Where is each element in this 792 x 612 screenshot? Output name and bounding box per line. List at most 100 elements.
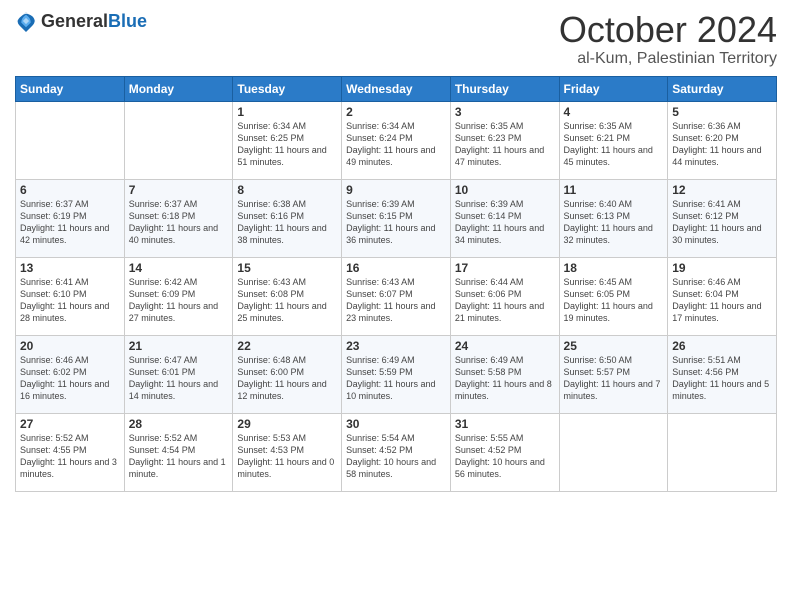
calendar-page: General Blue October 2024 al-Kum, Palest… — [0, 0, 792, 612]
day-info: Sunrise: 6:42 AMSunset: 6:09 PMDaylight:… — [129, 276, 229, 325]
day-cell — [16, 101, 125, 179]
day-cell: 9Sunrise: 6:39 AMSunset: 6:15 PMDaylight… — [342, 179, 451, 257]
day-number: 23 — [346, 339, 446, 353]
day-cell: 20Sunrise: 6:46 AMSunset: 6:02 PMDayligh… — [16, 335, 125, 413]
day-number: 4 — [564, 105, 664, 119]
day-info: Sunrise: 5:52 AMSunset: 4:54 PMDaylight:… — [129, 432, 229, 481]
col-header-thursday: Thursday — [450, 76, 559, 101]
day-info: Sunrise: 6:41 AMSunset: 6:12 PMDaylight:… — [672, 198, 772, 247]
week-row-4: 20Sunrise: 6:46 AMSunset: 6:02 PMDayligh… — [16, 335, 777, 413]
day-number: 3 — [455, 105, 555, 119]
day-info: Sunrise: 6:46 AMSunset: 6:04 PMDaylight:… — [672, 276, 772, 325]
day-info: Sunrise: 6:34 AMSunset: 6:25 PMDaylight:… — [237, 120, 337, 169]
day-cell: 13Sunrise: 6:41 AMSunset: 6:10 PMDayligh… — [16, 257, 125, 335]
day-number: 9 — [346, 183, 446, 197]
day-info: Sunrise: 6:50 AMSunset: 5:57 PMDaylight:… — [564, 354, 664, 403]
day-cell: 26Sunrise: 5:51 AMSunset: 4:56 PMDayligh… — [668, 335, 777, 413]
day-number: 17 — [455, 261, 555, 275]
day-info: Sunrise: 6:46 AMSunset: 6:02 PMDaylight:… — [20, 354, 120, 403]
day-number: 16 — [346, 261, 446, 275]
logo-general: General — [41, 12, 108, 30]
day-cell: 3Sunrise: 6:35 AMSunset: 6:23 PMDaylight… — [450, 101, 559, 179]
day-cell: 5Sunrise: 6:36 AMSunset: 6:20 PMDaylight… — [668, 101, 777, 179]
day-info: Sunrise: 6:37 AMSunset: 6:18 PMDaylight:… — [129, 198, 229, 247]
day-info: Sunrise: 5:54 AMSunset: 4:52 PMDaylight:… — [346, 432, 446, 481]
day-number: 8 — [237, 183, 337, 197]
day-info: Sunrise: 6:37 AMSunset: 6:19 PMDaylight:… — [20, 198, 120, 247]
day-cell: 21Sunrise: 6:47 AMSunset: 6:01 PMDayligh… — [124, 335, 233, 413]
logo-blue: Blue — [108, 12, 147, 30]
day-cell: 1Sunrise: 6:34 AMSunset: 6:25 PMDaylight… — [233, 101, 342, 179]
day-info: Sunrise: 6:49 AMSunset: 5:58 PMDaylight:… — [455, 354, 555, 403]
day-number: 20 — [20, 339, 120, 353]
col-header-tuesday: Tuesday — [233, 76, 342, 101]
col-header-saturday: Saturday — [668, 76, 777, 101]
day-cell — [668, 413, 777, 491]
day-info: Sunrise: 5:51 AMSunset: 4:56 PMDaylight:… — [672, 354, 772, 403]
day-number: 29 — [237, 417, 337, 431]
day-info: Sunrise: 6:43 AMSunset: 6:08 PMDaylight:… — [237, 276, 337, 325]
day-number: 2 — [346, 105, 446, 119]
day-cell: 25Sunrise: 6:50 AMSunset: 5:57 PMDayligh… — [559, 335, 668, 413]
day-number: 12 — [672, 183, 772, 197]
calendar-subtitle: al-Kum, Palestinian Territory — [559, 50, 777, 68]
col-header-friday: Friday — [559, 76, 668, 101]
day-info: Sunrise: 6:43 AMSunset: 6:07 PMDaylight:… — [346, 276, 446, 325]
day-number: 25 — [564, 339, 664, 353]
day-cell — [559, 413, 668, 491]
day-cell: 22Sunrise: 6:48 AMSunset: 6:00 PMDayligh… — [233, 335, 342, 413]
day-cell: 29Sunrise: 5:53 AMSunset: 4:53 PMDayligh… — [233, 413, 342, 491]
day-number: 22 — [237, 339, 337, 353]
day-info: Sunrise: 6:41 AMSunset: 6:10 PMDaylight:… — [20, 276, 120, 325]
day-number: 6 — [20, 183, 120, 197]
day-number: 13 — [20, 261, 120, 275]
day-number: 10 — [455, 183, 555, 197]
day-number: 31 — [455, 417, 555, 431]
day-info: Sunrise: 6:45 AMSunset: 6:05 PMDaylight:… — [564, 276, 664, 325]
header-row: SundayMondayTuesdayWednesdayThursdayFrid… — [16, 76, 777, 101]
day-cell: 15Sunrise: 6:43 AMSunset: 6:08 PMDayligh… — [233, 257, 342, 335]
day-info: Sunrise: 6:35 AMSunset: 6:21 PMDaylight:… — [564, 120, 664, 169]
logo-icon — [15, 10, 37, 32]
day-info: Sunrise: 6:48 AMSunset: 6:00 PMDaylight:… — [237, 354, 337, 403]
day-number: 14 — [129, 261, 229, 275]
day-number: 5 — [672, 105, 772, 119]
day-info: Sunrise: 6:39 AMSunset: 6:15 PMDaylight:… — [346, 198, 446, 247]
logo-text: General Blue — [41, 12, 147, 30]
day-number: 26 — [672, 339, 772, 353]
day-info: Sunrise: 5:52 AMSunset: 4:55 PMDaylight:… — [20, 432, 120, 481]
day-info: Sunrise: 6:34 AMSunset: 6:24 PMDaylight:… — [346, 120, 446, 169]
day-cell: 10Sunrise: 6:39 AMSunset: 6:14 PMDayligh… — [450, 179, 559, 257]
col-header-sunday: Sunday — [16, 76, 125, 101]
logo: General Blue — [15, 10, 147, 32]
day-number: 7 — [129, 183, 229, 197]
day-cell: 23Sunrise: 6:49 AMSunset: 5:59 PMDayligh… — [342, 335, 451, 413]
week-row-1: 1Sunrise: 6:34 AMSunset: 6:25 PMDaylight… — [16, 101, 777, 179]
day-cell: 7Sunrise: 6:37 AMSunset: 6:18 PMDaylight… — [124, 179, 233, 257]
week-row-5: 27Sunrise: 5:52 AMSunset: 4:55 PMDayligh… — [16, 413, 777, 491]
day-cell: 6Sunrise: 6:37 AMSunset: 6:19 PMDaylight… — [16, 179, 125, 257]
col-header-monday: Monday — [124, 76, 233, 101]
day-cell: 28Sunrise: 5:52 AMSunset: 4:54 PMDayligh… — [124, 413, 233, 491]
calendar-table: SundayMondayTuesdayWednesdayThursdayFrid… — [15, 76, 777, 492]
day-cell: 31Sunrise: 5:55 AMSunset: 4:52 PMDayligh… — [450, 413, 559, 491]
day-info: Sunrise: 6:38 AMSunset: 6:16 PMDaylight:… — [237, 198, 337, 247]
day-info: Sunrise: 5:53 AMSunset: 4:53 PMDaylight:… — [237, 432, 337, 481]
day-number: 28 — [129, 417, 229, 431]
day-cell: 2Sunrise: 6:34 AMSunset: 6:24 PMDaylight… — [342, 101, 451, 179]
day-cell: 27Sunrise: 5:52 AMSunset: 4:55 PMDayligh… — [16, 413, 125, 491]
day-number: 24 — [455, 339, 555, 353]
day-number: 19 — [672, 261, 772, 275]
day-info: Sunrise: 6:49 AMSunset: 5:59 PMDaylight:… — [346, 354, 446, 403]
day-number: 18 — [564, 261, 664, 275]
day-info: Sunrise: 5:55 AMSunset: 4:52 PMDaylight:… — [455, 432, 555, 481]
day-info: Sunrise: 6:36 AMSunset: 6:20 PMDaylight:… — [672, 120, 772, 169]
day-number: 11 — [564, 183, 664, 197]
day-cell: 16Sunrise: 6:43 AMSunset: 6:07 PMDayligh… — [342, 257, 451, 335]
day-number: 30 — [346, 417, 446, 431]
header: General Blue October 2024 al-Kum, Palest… — [15, 10, 777, 68]
day-cell: 17Sunrise: 6:44 AMSunset: 6:06 PMDayligh… — [450, 257, 559, 335]
col-header-wednesday: Wednesday — [342, 76, 451, 101]
day-number: 15 — [237, 261, 337, 275]
day-number: 1 — [237, 105, 337, 119]
